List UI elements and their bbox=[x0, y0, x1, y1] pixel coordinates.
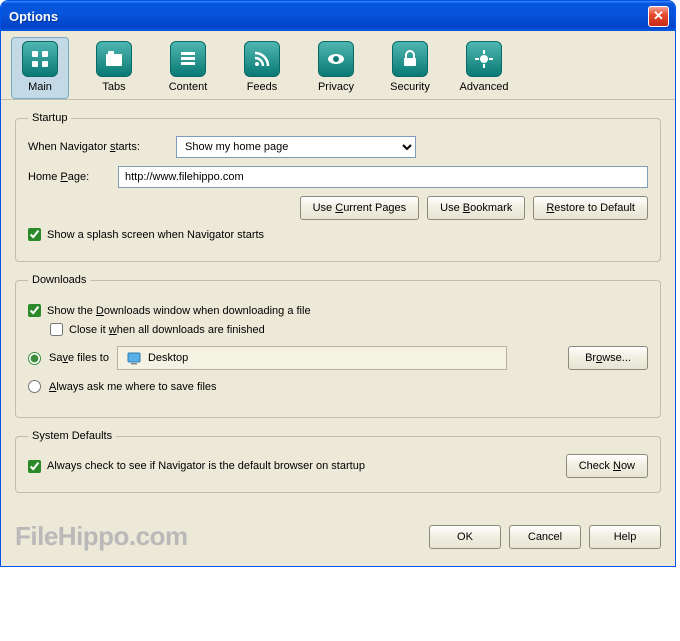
splash-checkbox[interactable] bbox=[28, 228, 41, 241]
content-icon bbox=[170, 41, 206, 77]
use-current-pages-button[interactable]: Use Current Pages bbox=[300, 196, 420, 220]
check-now-button[interactable]: Check Now bbox=[566, 454, 648, 478]
tab-tabs[interactable]: Tabs bbox=[85, 37, 143, 99]
lock-icon bbox=[392, 41, 428, 77]
main-panel: Startup When Navigator starts: Show my h… bbox=[1, 100, 675, 515]
options-window: Options ✕ Main Tabs Content Feeds bbox=[0, 0, 676, 567]
when-starts-label: When Navigator starts: bbox=[28, 141, 168, 153]
bottom-bar: FileHippo.com OK Cancel Help bbox=[1, 515, 675, 566]
close-when-done-label: Close it when all downloads are finished bbox=[69, 324, 265, 336]
splash-checkbox-row[interactable]: Show a splash screen when Navigator star… bbox=[28, 228, 648, 241]
main-icon bbox=[22, 41, 58, 77]
default-browser-label: Always check to see if Navigator is the … bbox=[47, 460, 365, 472]
feeds-icon bbox=[244, 41, 280, 77]
save-path-value: Desktop bbox=[148, 352, 188, 364]
close-icon[interactable]: ✕ bbox=[648, 6, 669, 27]
window-title: Options bbox=[7, 9, 648, 24]
default-browser-row[interactable]: Always check to see if Navigator is the … bbox=[28, 460, 566, 473]
always-ask-radio[interactable] bbox=[28, 380, 41, 393]
tab-privacy[interactable]: Privacy bbox=[307, 37, 365, 99]
cancel-button[interactable]: Cancel bbox=[509, 525, 581, 549]
desktop-icon bbox=[126, 350, 142, 366]
titlebar[interactable]: Options ✕ bbox=[1, 1, 675, 31]
save-to-label: Save files to bbox=[49, 352, 109, 364]
tab-advanced[interactable]: Advanced bbox=[455, 37, 513, 99]
startup-group: Startup When Navigator starts: Show my h… bbox=[15, 112, 661, 262]
splash-label: Show a splash screen when Navigator star… bbox=[47, 229, 264, 241]
sysdef-legend: System Defaults bbox=[28, 430, 116, 442]
tab-feeds[interactable]: Feeds bbox=[233, 37, 291, 99]
show-downloads-label: Show the Downloads window when downloadi… bbox=[47, 305, 311, 317]
tab-content[interactable]: Content bbox=[159, 37, 217, 99]
tab-label: Feeds bbox=[247, 81, 278, 93]
tab-label: Tabs bbox=[102, 81, 125, 93]
show-downloads-checkbox[interactable] bbox=[28, 304, 41, 317]
tab-label: Security bbox=[390, 81, 430, 93]
tab-main[interactable]: Main bbox=[11, 37, 69, 99]
system-defaults-group: System Defaults Always check to see if N… bbox=[15, 430, 661, 493]
close-when-done-row[interactable]: Close it when all downloads are finished bbox=[50, 323, 648, 336]
save-path-box: Desktop bbox=[117, 346, 507, 370]
tabs-icon bbox=[96, 41, 132, 77]
tab-label: Content bbox=[169, 81, 208, 93]
restore-default-button[interactable]: Restore to Default bbox=[533, 196, 648, 220]
home-page-label: Home Page: bbox=[28, 171, 110, 183]
default-browser-checkbox[interactable] bbox=[28, 460, 41, 473]
use-bookmark-button[interactable]: Use Bookmark bbox=[427, 196, 525, 220]
tab-label: Advanced bbox=[460, 81, 509, 93]
when-starts-select[interactable]: Show my home page bbox=[176, 136, 416, 158]
watermark: FileHippo.com bbox=[15, 521, 429, 552]
browse-button[interactable]: Browse... bbox=[568, 346, 648, 370]
home-page-input[interactable] bbox=[118, 166, 648, 188]
startup-legend: Startup bbox=[28, 112, 71, 124]
close-when-done-checkbox[interactable] bbox=[50, 323, 63, 336]
downloads-legend: Downloads bbox=[28, 274, 90, 286]
show-downloads-row[interactable]: Show the Downloads window when downloadi… bbox=[28, 304, 648, 317]
tab-label: Privacy bbox=[318, 81, 354, 93]
gear-icon bbox=[466, 41, 502, 77]
category-toolbar: Main Tabs Content Feeds Privacy bbox=[1, 31, 675, 100]
tab-security[interactable]: Security bbox=[381, 37, 439, 99]
tab-label: Main bbox=[28, 81, 52, 93]
always-ask-label: Always ask me where to save files bbox=[49, 381, 217, 393]
ok-button[interactable]: OK bbox=[429, 525, 501, 549]
privacy-icon bbox=[318, 41, 354, 77]
downloads-group: Downloads Show the Downloads window when… bbox=[15, 274, 661, 418]
help-button[interactable]: Help bbox=[589, 525, 661, 549]
save-to-radio[interactable] bbox=[28, 352, 41, 365]
